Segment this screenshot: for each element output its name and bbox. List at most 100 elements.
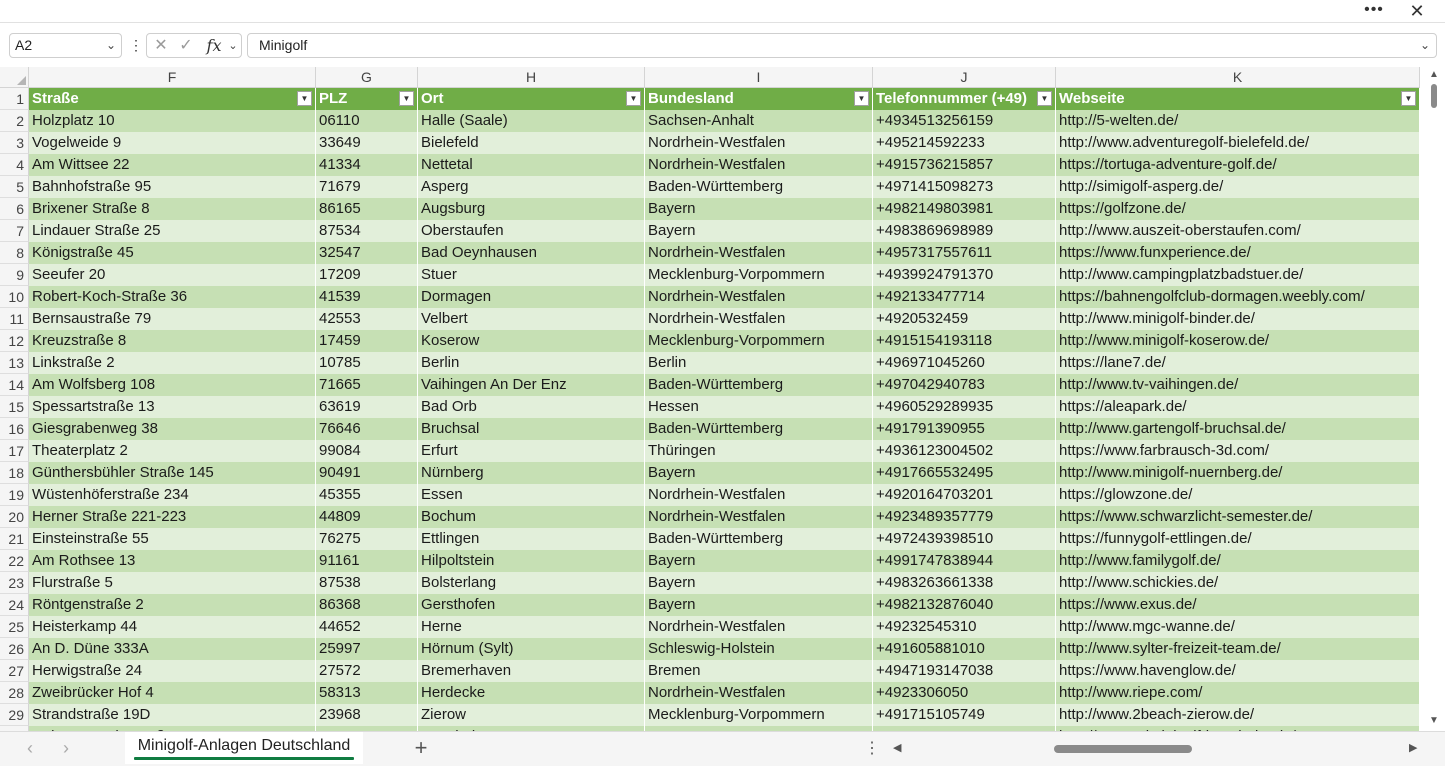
table-cell[interactable]: http://simigolf-asperg.de/ <box>1056 176 1420 198</box>
table-cell[interactable]: Thüringen <box>645 440 873 462</box>
table-cell[interactable]: Berlin <box>645 352 873 374</box>
select-all-corner[interactable] <box>0 67 29 88</box>
table-cell[interactable]: 90491 <box>316 462 418 484</box>
table-cell[interactable]: https://www.havenglow.de/ <box>1056 660 1420 682</box>
row-header[interactable]: 10 <box>0 286 29 308</box>
table-cell[interactable]: 44809 <box>316 506 418 528</box>
table-cell[interactable]: 76275 <box>316 528 418 550</box>
table-cell[interactable]: Augsburg <box>418 198 645 220</box>
row-header[interactable]: 6 <box>0 198 29 220</box>
scroll-left-icon[interactable]: ◀ <box>893 741 901 754</box>
table-cell[interactable]: 87538 <box>316 572 418 594</box>
table-cell[interactable]: Nordrhein-Westfalen <box>645 242 873 264</box>
table-cell[interactable]: 58313 <box>316 682 418 704</box>
table-cell[interactable]: http://www.campingplatzbadstuer.de/ <box>1056 264 1420 286</box>
column-header-f[interactable]: F <box>29 67 316 88</box>
table-cell[interactable]: +496971045260 <box>873 352 1056 374</box>
table-cell[interactable]: Robert-Koch-Straße 36 <box>29 286 316 308</box>
table-cell[interactable]: Bayern <box>645 550 873 572</box>
table-cell[interactable]: Spessartstraße 13 <box>29 396 316 418</box>
row-header[interactable]: 13 <box>0 352 29 374</box>
table-cell[interactable]: Ettlingen <box>418 528 645 550</box>
table-cell[interactable]: https://www.schwarzlicht-semester.de/ <box>1056 506 1420 528</box>
row-header[interactable]: 8 <box>0 242 29 264</box>
table-cell[interactable]: Nordrhein-Westfalen <box>645 286 873 308</box>
filter-dropdown-icon[interactable]: ▼ <box>626 91 641 106</box>
table-cell[interactable]: 71665 <box>316 374 418 396</box>
table-cell[interactable]: http://www.schickies.de/ <box>1056 572 1420 594</box>
table-cell[interactable]: http://www.gartengolf-bruchsal.de/ <box>1056 418 1420 440</box>
table-cell[interactable]: Bremerhaven <box>418 660 645 682</box>
table-cell[interactable]: +4920532459 <box>873 308 1056 330</box>
column-header-k[interactable]: K <box>1056 67 1420 88</box>
table-cell[interactable]: http://www.auszeit-oberstaufen.com/ <box>1056 220 1420 242</box>
table-cell[interactable]: Gersthofen <box>418 594 645 616</box>
table-cell[interactable]: Königstraße 45 <box>29 242 316 264</box>
row-header[interactable]: 24 <box>0 594 29 616</box>
table-cell[interactable]: Heisterkamp 44 <box>29 616 316 638</box>
table-cell[interactable]: 27572 <box>316 660 418 682</box>
table-cell[interactable]: 86165 <box>316 198 418 220</box>
horizontal-scroll-thumb[interactable] <box>1054 745 1192 753</box>
cancel-icon[interactable]: ✕ <box>152 35 170 57</box>
table-cell[interactable]: Am Wolfsberg 108 <box>29 374 316 396</box>
table-cell[interactable]: Halle (Saale) <box>418 110 645 132</box>
table-cell[interactable]: 99084 <box>316 440 418 462</box>
row-header[interactable]: 2 <box>0 110 29 132</box>
filter-dropdown-icon[interactable]: ▼ <box>297 91 312 106</box>
scroll-down-icon[interactable]: ▼ <box>1429 715 1439 726</box>
add-sheet-icon[interactable]: + <box>410 735 432 761</box>
table-cell[interactable]: Bielefeld <box>418 132 645 154</box>
table-cell[interactable]: Seeufer 20 <box>29 264 316 286</box>
table-header-cell[interactable]: Bundesland ▼ <box>645 88 873 110</box>
row-header[interactable]: 26 <box>0 638 29 660</box>
table-cell[interactable]: Herne <box>418 616 645 638</box>
vertical-scroll-thumb[interactable] <box>1431 84 1437 108</box>
table-cell[interactable]: 63619 <box>316 396 418 418</box>
filter-dropdown-icon[interactable]: ▼ <box>399 91 414 106</box>
row-header[interactable]: 25 <box>0 616 29 638</box>
table-cell[interactable]: Nordrhein-Westfalen <box>645 506 873 528</box>
table-cell[interactable]: +4920164703201 <box>873 484 1056 506</box>
table-cell[interactable]: Herwigstraße 24 <box>29 660 316 682</box>
row-header[interactable]: 12 <box>0 330 29 352</box>
table-cell[interactable]: 23968 <box>316 704 418 726</box>
table-cell[interactable]: http://www.riepe.com/ <box>1056 682 1420 704</box>
formula-bar-options-icon[interactable]: ⋮ <box>129 35 143 57</box>
table-cell[interactable]: Am Rothsee 13 <box>29 550 316 572</box>
table-cell[interactable]: Flurstraße 5 <box>29 572 316 594</box>
table-cell[interactable]: Nordrhein-Westfalen <box>645 682 873 704</box>
table-cell[interactable]: 42553 <box>316 308 418 330</box>
table-cell[interactable]: Bernsaustraße 79 <box>29 308 316 330</box>
table-cell[interactable]: 25997 <box>316 638 418 660</box>
table-cell[interactable]: Mecklenburg-Vorpommern <box>645 704 873 726</box>
row-header[interactable]: 23 <box>0 572 29 594</box>
row-header[interactable]: 27 <box>0 660 29 682</box>
table-cell[interactable]: https://glowzone.de/ <box>1056 484 1420 506</box>
row-header[interactable]: 7 <box>0 220 29 242</box>
table-cell[interactable]: Dormagen <box>418 286 645 308</box>
filter-dropdown-icon[interactable]: ▼ <box>1401 91 1416 106</box>
table-cell[interactable]: Kreuzstraße 8 <box>29 330 316 352</box>
table-cell[interactable]: Bayern <box>645 198 873 220</box>
row-header[interactable]: 11 <box>0 308 29 330</box>
table-cell[interactable]: 91161 <box>316 550 418 572</box>
table-cell[interactable]: +4915736215857 <box>873 154 1056 176</box>
table-cell[interactable]: Bochum <box>418 506 645 528</box>
table-cell[interactable]: Bolsterlang <box>418 572 645 594</box>
table-cell[interactable]: Nordrhein-Westfalen <box>645 132 873 154</box>
table-cell[interactable]: Bremen <box>645 660 873 682</box>
table-cell[interactable]: Baden-Württemberg <box>645 418 873 440</box>
vertical-scrollbar[interactable]: ▲ ▼ <box>1424 67 1445 731</box>
table-cell[interactable]: An D. Düne 333A <box>29 638 316 660</box>
table-cell[interactable]: +4934513256159 <box>873 110 1056 132</box>
table-cell[interactable]: +4971415098273 <box>873 176 1056 198</box>
table-cell[interactable]: https://bahnengolfclub-dormagen.weebly.c… <box>1056 286 1420 308</box>
table-cell[interactable]: Am Wittsee 22 <box>29 154 316 176</box>
table-cell[interactable]: +4939924791370 <box>873 264 1056 286</box>
table-cell[interactable]: +4960529289935 <box>873 396 1056 418</box>
table-cell[interactable]: http://www.sylter-freizeit-team.de/ <box>1056 638 1420 660</box>
more-options-icon[interactable]: ••• <box>1360 1 1388 21</box>
row-header[interactable]: 18 <box>0 462 29 484</box>
table-cell[interactable]: Sachsen-Anhalt <box>645 110 873 132</box>
